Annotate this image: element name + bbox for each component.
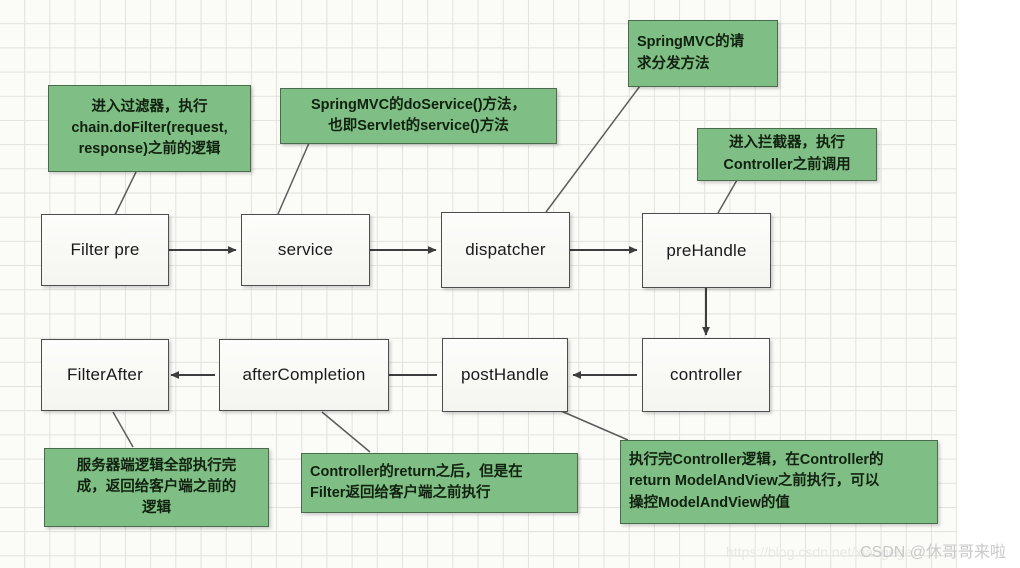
callout-line: 也即Servlet的service()方法 [328, 118, 509, 134]
callout-line: SpringMVC的doService()方法， [310, 96, 527, 113]
callout-line: Controller的return之后，但是在 [310, 463, 523, 480]
callout-line: Filter返回给客户端之前执行 [310, 485, 491, 501]
node-label: dispatcher [465, 240, 546, 259]
node-label: service [277, 240, 334, 259]
callout-filter-pre-note: 进入过滤器，执行 chain.doFilter(request, respons… [48, 85, 251, 172]
callout-line: 执行完Controller逻辑，在Controller的 [629, 452, 884, 469]
callout-line: 进入拦截器，执行 [729, 135, 845, 152]
callout-line: 服务器端逻辑全部执行完 [76, 457, 237, 474]
node-dispatcher[interactable]: dispatcher [441, 212, 570, 288]
diagram-canvas: 进入过滤器，执行 chain.doFilter(request, respons… [0, 0, 1020, 568]
node-label: FilterAfter [67, 365, 143, 384]
callout-line: chain.doFilter(request, [71, 119, 228, 136]
callout-posthandle-note: 执行完Controller逻辑，在Controller的 return Mode… [620, 440, 938, 524]
callout-dispatcher-note: SpringMVC的请 求分发方法 [628, 20, 778, 87]
callout-prehandle-note: 进入拦截器，执行 Controller之前调用 [697, 128, 877, 181]
node-label: Filter pre [70, 240, 140, 259]
callout-line: 进入过滤器，执行 [91, 98, 208, 115]
callout-service-note: SpringMVC的doService()方法， 也即Servlet的servi… [280, 88, 557, 144]
callout-line: 逻辑 [142, 500, 171, 516]
node-aftercompletion[interactable]: afterCompletion [219, 339, 389, 411]
node-filter-pre[interactable]: Filter pre [41, 214, 169, 286]
node-label: postHandle [460, 365, 549, 384]
callout-line: response)之前的逻辑 [78, 141, 221, 157]
watermark-text: CSDN @休哥哥来啦 [859, 544, 1006, 561]
node-label: controller [670, 365, 742, 384]
node-controller[interactable]: controller [642, 338, 770, 412]
callout-line: return ModelAndView之前执行，可以 [629, 473, 880, 490]
callout-line: SpringMVC的请 [637, 34, 745, 51]
callout-line: 成，返回给客户端之前的 [76, 478, 237, 495]
node-label: preHandle [666, 240, 747, 260]
node-posthandle[interactable]: postHandle [442, 338, 568, 412]
callout-line: Controller之前调用 [723, 156, 851, 173]
callout-filter-after-note: 服务器端逻辑全部执行完 成，返回给客户端之前的 逻辑 [44, 448, 269, 527]
node-filter-after[interactable]: FilterAfter [41, 339, 169, 411]
callout-line: 求分发方法 [637, 55, 710, 72]
node-label: afterCompletion [242, 365, 366, 384]
callout-line: 操控ModelAndView的值 [629, 494, 790, 511]
callout-aftercompletion-note: Controller的return之后，但是在 Filter返回给客户端之前执行 [301, 453, 578, 513]
node-prehandle[interactable]: preHandle [642, 213, 771, 288]
node-service[interactable]: service [241, 214, 370, 286]
